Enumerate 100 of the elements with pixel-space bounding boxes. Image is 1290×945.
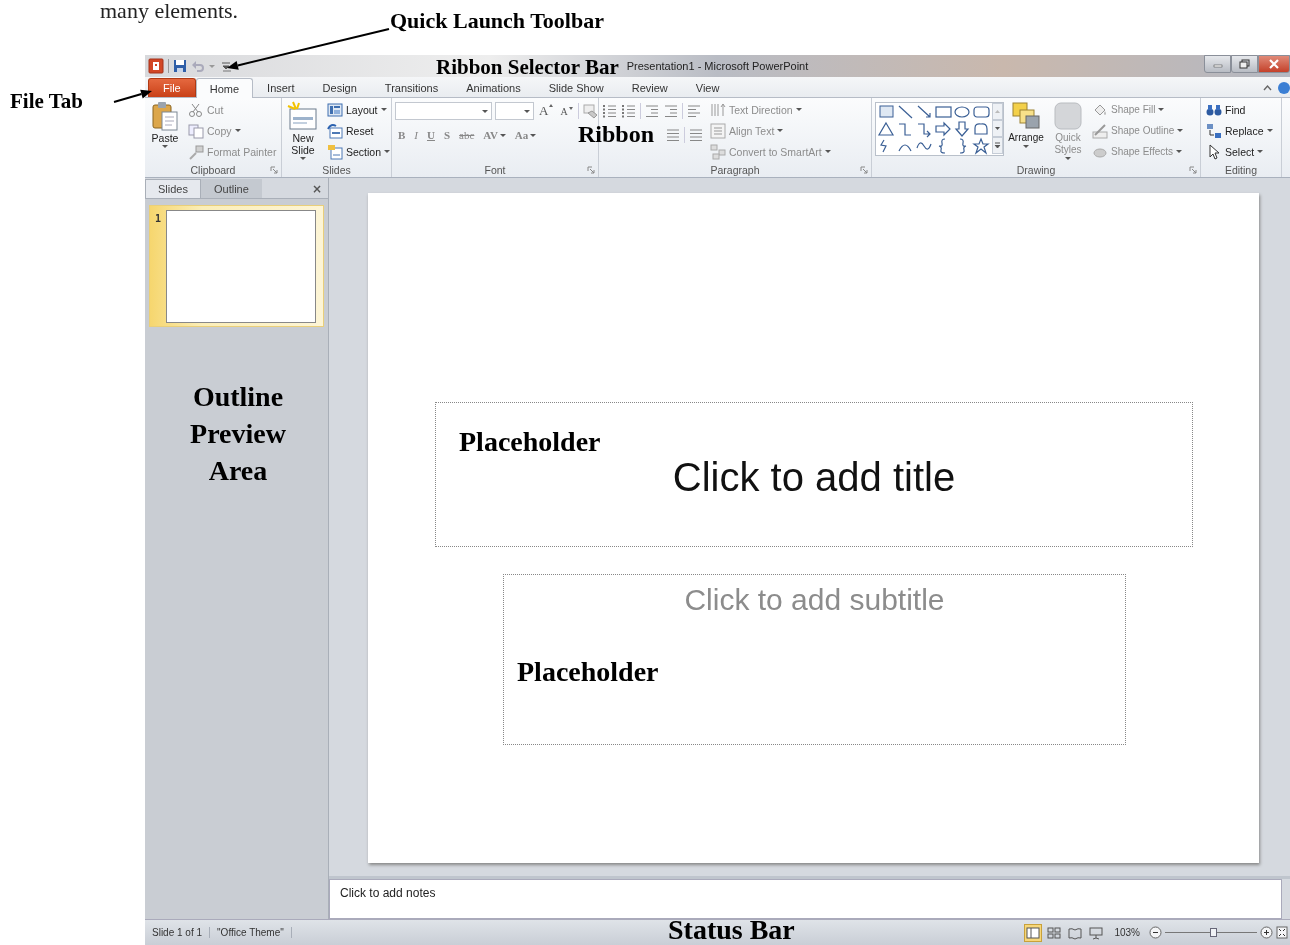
ribbon-tab[interactable]: Animations: [452, 78, 535, 97]
app-logo-icon[interactable]: [148, 58, 164, 74]
ribbon-large-button[interactable]: Paste: [148, 100, 182, 162]
callout-label: Outline Preview Area: [189, 380, 287, 488]
reset-icon: [327, 122, 343, 139]
zoom-slider[interactable]: [1165, 928, 1257, 937]
minimize-button[interactable]: [1204, 55, 1231, 73]
ribbon-large-button[interactable]: Arrange: [1006, 100, 1046, 162]
ribbon-tab[interactable]: Insert: [253, 78, 309, 97]
plus-icon: [1260, 926, 1273, 939]
slider-thumb[interactable]: [1209, 928, 1217, 937]
arrange-icon: [1010, 101, 1042, 131]
callout-label: Ribbon: [578, 121, 655, 148]
ribbon-button[interactable]: Replace: [1204, 121, 1275, 140]
align-text-icon: [710, 122, 726, 139]
ribbon-tab[interactable]: Design: [308, 78, 371, 97]
arrow: [112, 87, 154, 105]
more-icon[interactable]: [992, 137, 1003, 154]
document-text: many elements.: [100, 0, 239, 22]
callout-label: Quick Launch Toolbar: [390, 8, 604, 34]
zoom-out-button[interactable]: [1149, 926, 1162, 939]
new-slide-icon: [287, 101, 319, 131]
quick-styles-icon: [1052, 101, 1084, 131]
ribbon-button[interactable]: Section: [325, 142, 393, 161]
ribbon-tab[interactable]: View: [681, 78, 734, 97]
pane-tab[interactable]: Outline: [200, 179, 262, 198]
help-icon[interactable]: [1278, 81, 1290, 94]
restore-icon: [1239, 59, 1250, 69]
scroll-down-icon[interactable]: [992, 120, 1003, 137]
smartart-icon: [710, 143, 726, 160]
brush-icon: [188, 143, 204, 160]
increase-indent-icon[interactable]: [663, 103, 679, 119]
columns-icon[interactable]: [688, 127, 704, 143]
slide-thumbnail-item[interactable]: 1: [149, 205, 324, 327]
ribbon-button[interactable]: Layout: [325, 100, 393, 119]
close-icon: [1269, 59, 1279, 69]
justify-icon[interactable]: [665, 127, 681, 143]
callout-label: File Tab: [10, 89, 83, 114]
decrease-indent-icon[interactable]: [644, 103, 660, 119]
theme-name: "Office Theme": [210, 927, 292, 938]
scissors-icon: [188, 101, 204, 118]
group-label: Font: [484, 163, 506, 176]
projector-screen-icon: [1089, 925, 1104, 940]
copy-icon: [188, 122, 204, 139]
ribbon-button[interactable]: Find: [1204, 100, 1275, 119]
caret-icon: [482, 109, 488, 113]
ribbon-tab[interactable]: File: [148, 78, 196, 97]
slide-number: 1: [155, 213, 162, 224]
ribbon-tab[interactable]: Transitions: [370, 78, 453, 97]
slide-sorter-icon: [1047, 925, 1062, 940]
customize-icon[interactable]: [219, 59, 233, 73]
group-label: Slides: [322, 163, 351, 176]
font-size-field[interactable]: [495, 102, 534, 120]
callout-label: Placeholder: [459, 426, 601, 458]
notes-field[interactable]: Click to add notes: [329, 879, 1282, 919]
dialog-launcher-icon[interactable]: [1189, 166, 1197, 174]
clipboard-icon: [150, 101, 180, 131]
ribbon-tab[interactable]: Home: [195, 78, 254, 98]
callout-label: Ribbon Selector Bar: [436, 57, 619, 77]
font-name-field[interactable]: [395, 102, 492, 120]
section-icon: [327, 143, 343, 160]
group-label: Drawing: [1016, 163, 1056, 176]
dialog-launcher-icon[interactable]: [270, 166, 278, 174]
clear-formatting-icon[interactable]: [581, 103, 598, 119]
zoom-level[interactable]: 103%: [1108, 927, 1146, 938]
ribbon-tab[interactable]: Slide Show: [534, 78, 618, 97]
pencil-icon: [1092, 122, 1108, 139]
ribbon-large-button[interactable]: New Slide: [285, 100, 321, 162]
collapse-ribbon-icon[interactable]: [1263, 83, 1272, 92]
close-button[interactable]: [1258, 55, 1290, 73]
group-label: Clipboard: [190, 163, 236, 176]
slide-counter: Slide 1 of 1: [145, 927, 211, 938]
save-icon[interactable]: [173, 59, 187, 73]
ribbon-tab[interactable]: Review: [617, 78, 682, 97]
book-icon: [1068, 925, 1083, 940]
group-label: Paragraph: [710, 163, 760, 176]
caret-icon: [524, 109, 530, 113]
bullets-icon[interactable]: [602, 103, 618, 119]
line-spacing-icon[interactable]: [686, 103, 702, 119]
view-button[interactable]: [1024, 923, 1043, 942]
shapes-gallery-drawing[interactable]: [876, 103, 992, 155]
restore-button[interactable]: [1231, 55, 1258, 73]
slide-thumbnail[interactable]: [166, 210, 317, 323]
text-direction-icon: [710, 101, 726, 118]
pane-tab[interactable]: Slides: [145, 179, 201, 198]
close-button[interactable]: ×: [305, 182, 328, 198]
layout-icon: [327, 101, 343, 118]
zoom-in-button[interactable]: [1260, 926, 1273, 939]
fit-to-window-icon[interactable]: [1276, 926, 1288, 939]
window-title: Presentation1 - Microsoft PowerPoint: [626, 60, 809, 72]
replace-icon: [1206, 122, 1222, 139]
callout-label: Placeholder: [517, 656, 659, 688]
dialog-launcher-icon[interactable]: [860, 166, 868, 174]
minus-icon: [1149, 926, 1162, 939]
group-label: Editing: [1224, 163, 1258, 176]
ribbon-button[interactable]: Select: [1204, 142, 1275, 161]
numbering-icon[interactable]: [621, 103, 637, 119]
normal-view-icon: [1026, 925, 1041, 940]
cursor-icon: [1206, 143, 1222, 160]
ribbon-button[interactable]: Reset: [325, 121, 393, 140]
